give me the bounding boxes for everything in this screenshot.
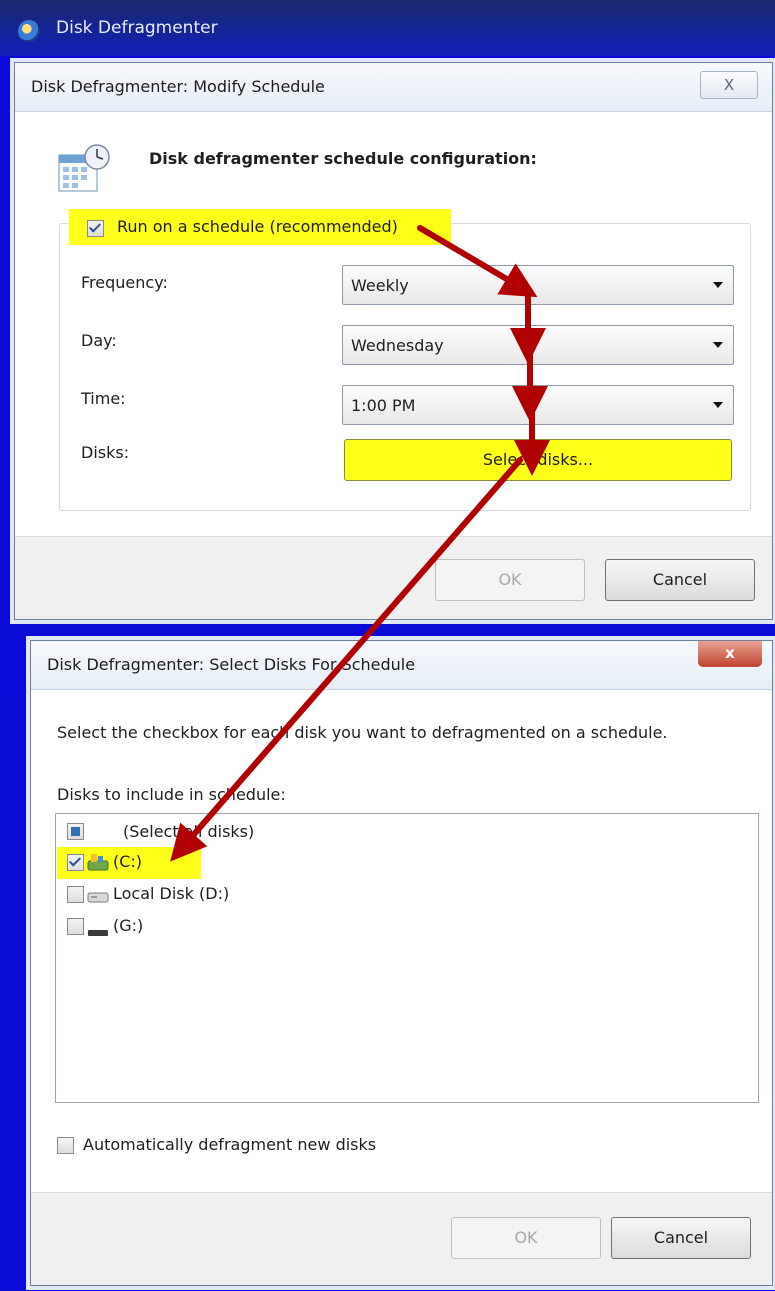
arrow-to-frequency <box>417 225 538 298</box>
annotation-arrows <box>170 225 550 862</box>
arrow-to-c-drive <box>170 457 523 862</box>
